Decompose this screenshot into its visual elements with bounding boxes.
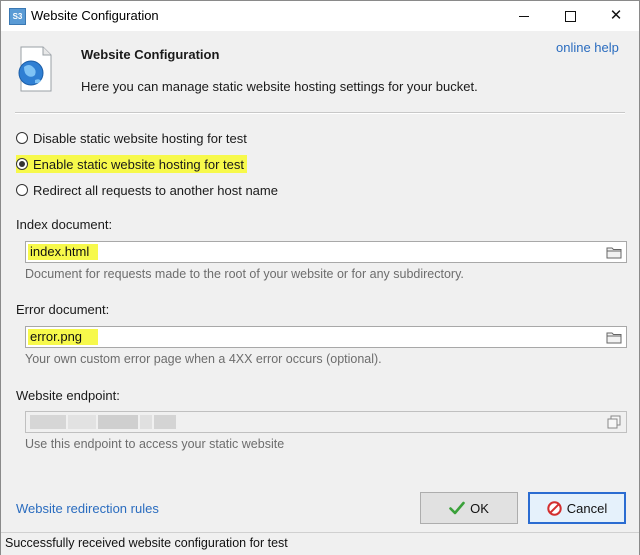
website-redirection-rules-link[interactable]: Website redirection rules [16,501,159,516]
dialog-window: S3 Website Configuration ✕ Website Confi… [0,0,640,555]
radio-label: Disable static website hosting for test [33,130,247,146]
cancel-icon [547,500,562,516]
radio-enable-hosting[interactable]: Enable static website hosting for test [16,155,248,173]
radio-label: Redirect all requests to another host na… [33,182,278,198]
redacted-text [154,415,176,429]
index-document-input[interactable]: index.html [25,241,627,263]
redacted-text [140,415,152,429]
folder-icon [606,332,622,343]
cancel-button[interactable]: Cancel [528,492,626,524]
error-document-hint: Your own custom error page when a 4XX er… [25,352,382,366]
browse-folder-button[interactable] [604,329,624,345]
app-icon: S3 [9,8,26,25]
error-document-input[interactable]: error.png [25,326,627,348]
copy-button[interactable] [604,414,624,430]
error-document-value: error.png [28,329,98,345]
minimize-icon [519,15,529,17]
website-endpoint-hint: Use this endpoint to access your static … [25,437,285,451]
online-help-link[interactable]: online help [556,40,619,55]
header-divider [15,112,625,114]
radio-button[interactable] [16,184,28,196]
redacted-text [68,415,96,429]
browse-folder-button[interactable] [604,244,624,260]
header-description: Here you can manage static website hosti… [81,79,478,94]
index-document-label: Index document: [16,217,113,232]
status-bar: Successfully received website configurat… [1,532,639,555]
ok-button[interactable]: OK [420,492,518,524]
website-endpoint-label: Website endpoint: [16,388,120,403]
redacted-text [98,415,138,429]
radio-button[interactable] [16,158,28,170]
folder-icon [606,247,622,258]
copy-icon [607,415,621,429]
error-document-label: Error document: [16,302,110,317]
redacted-text [30,415,66,429]
maximize-icon [564,10,576,22]
close-button[interactable]: ✕ [593,1,639,31]
cancel-label: Cancel [566,500,608,516]
header-title: Website Configuration [81,47,220,62]
radio-disable-hosting[interactable]: Disable static website hosting for test [16,129,247,147]
globe-document-icon [18,46,52,92]
checkmark-icon [449,501,465,515]
minimize-button[interactable] [501,1,547,31]
maximize-button[interactable] [547,1,593,31]
ok-label: OK [470,500,489,516]
status-text: Successfully received website configurat… [5,536,288,550]
website-endpoint-input[interactable] [25,411,627,433]
radio-button[interactable] [16,132,28,144]
radio-label: Enable static website hosting for test [33,156,245,172]
title-bar[interactable]: S3 Website Configuration ✕ [1,1,639,31]
radio-redirect-requests[interactable]: Redirect all requests to another host na… [16,181,278,199]
close-icon: ✕ [609,7,623,24]
index-document-value: index.html [28,244,98,260]
window-title: Website Configuration [31,8,159,23]
index-document-hint: Document for requests made to the root o… [25,267,464,281]
